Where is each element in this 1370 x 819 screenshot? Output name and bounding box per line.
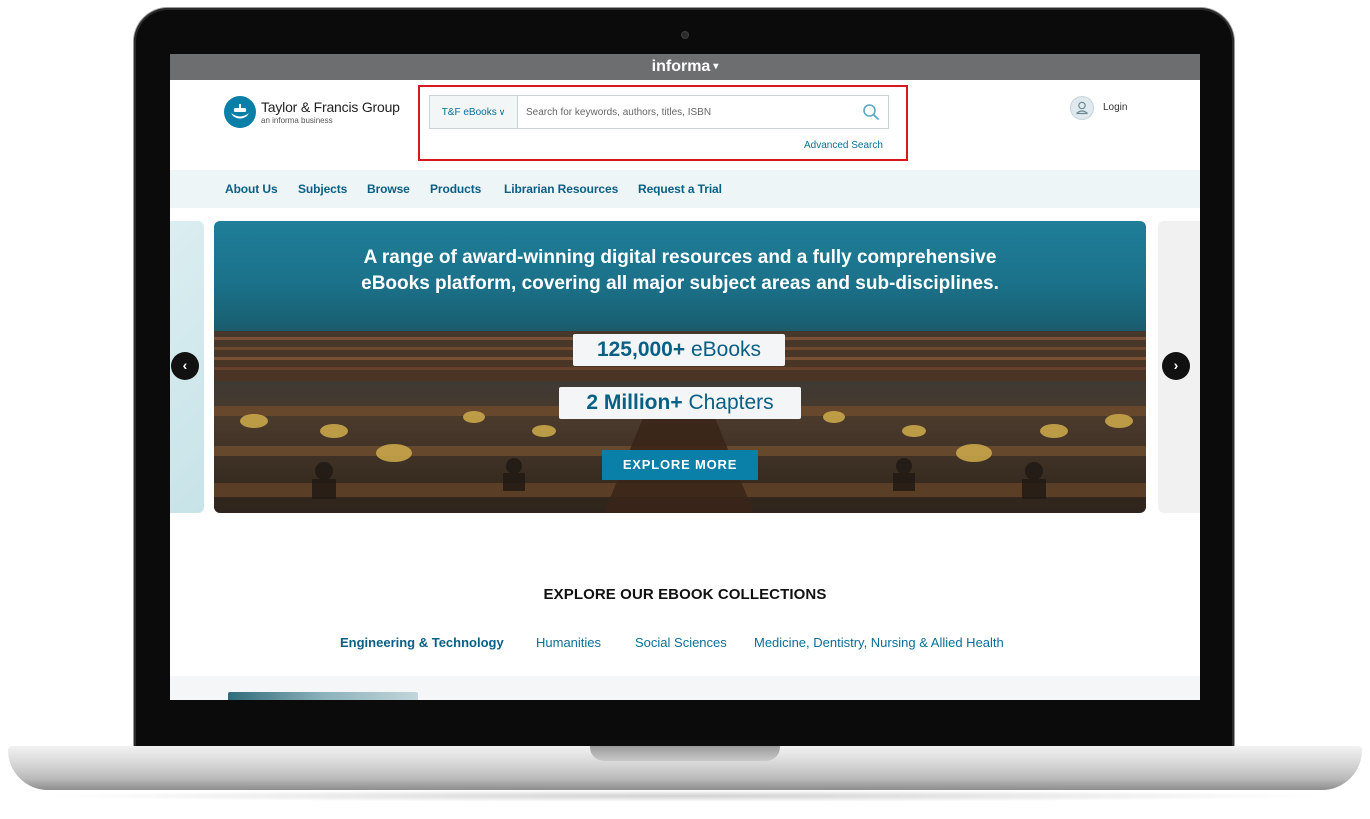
search-bar: T&F eBooks ∨	[429, 95, 889, 129]
nav-item-request-a-trial[interactable]: Request a Trial	[638, 170, 722, 208]
taylor-francis-logo-icon	[224, 96, 256, 128]
chevron-down-icon: ∨	[498, 107, 506, 117]
nav-item-browse[interactable]: Browse	[367, 170, 410, 208]
stat-ebooks-value: 125,000+	[596, 338, 686, 361]
nav-item-about-us[interactable]: About Us	[225, 170, 278, 208]
laptop-base-notch	[590, 746, 780, 761]
stat-ebooks-label: eBooks	[690, 338, 762, 361]
tab-medicine-dentistry-nursing[interactable]: Medicine, Dentistry, Nursing & Allied He…	[754, 635, 1004, 650]
nav-item-subjects[interactable]: Subjects	[298, 170, 347, 208]
nav-item-librarian-resources[interactable]: Librarian Resources	[504, 170, 618, 208]
site-logo[interactable]: Taylor & Francis Group an informa busine…	[224, 96, 404, 130]
stat-chapters-value: 2 Million+	[586, 391, 683, 414]
hero-headline-line-1: A range of award-winning digital resourc…	[363, 247, 997, 268]
search-scope-label: T&F eBooks	[441, 107, 497, 118]
hero-headline: A range of award-winning digital resourc…	[254, 245, 1106, 297]
chevron-left-icon[interactable]: ‹	[171, 352, 199, 380]
hero-banner: A range of award-winning digital resourc…	[214, 221, 1146, 513]
stat-ebooks-badge: 125,000+ eBooks	[573, 334, 785, 366]
collections-title: EXPLORE OUR EBOOK COLLECTIONS	[543, 586, 827, 603]
caret-down-icon[interactable]: ▾	[713, 61, 718, 72]
advanced-search-link[interactable]: Advanced Search	[804, 140, 883, 151]
informa-top-bar[interactable]: informa ▾	[170, 54, 1200, 80]
chevron-right-icon[interactable]: ›	[1162, 352, 1190, 380]
stat-chapters-label: Chapters	[688, 391, 774, 414]
hero-headline-line-2: eBooks platform, covering all major subj…	[361, 273, 999, 294]
informa-brand[interactable]: informa	[652, 58, 711, 75]
site-header: Taylor & Francis Group an informa busine…	[170, 80, 1200, 170]
search-input[interactable]	[526, 96, 846, 128]
search-icon[interactable]	[862, 103, 880, 121]
explore-more-button[interactable]: EXPLORE MORE	[602, 450, 758, 480]
laptop-shadow	[40, 790, 1330, 802]
tab-engineering-technology[interactable]: Engineering & Technology	[340, 635, 504, 650]
nav-item-products[interactable]: Products	[430, 170, 481, 208]
stat-chapters-badge: 2 Million+ Chapters	[559, 387, 801, 419]
tab-humanities[interactable]: Humanities	[536, 635, 601, 650]
user-icon	[1070, 96, 1094, 120]
login-label: Login	[1103, 102, 1128, 113]
browser-screen: informa ▾ Taylor & Francis Group an infor…	[170, 54, 1200, 700]
logo-subtitle: an informa business	[261, 116, 333, 125]
tab-social-sciences[interactable]: Social Sciences	[635, 635, 727, 650]
collection-thumbnail[interactable]	[228, 692, 418, 700]
search-scope-select[interactable]: T&F eBooks ∨	[430, 96, 518, 128]
logo-name: Taylor & Francis Group	[261, 99, 400, 115]
main-nav: About Us Subjects Browse Products Librar…	[170, 170, 1200, 208]
camera-dot	[681, 31, 689, 39]
